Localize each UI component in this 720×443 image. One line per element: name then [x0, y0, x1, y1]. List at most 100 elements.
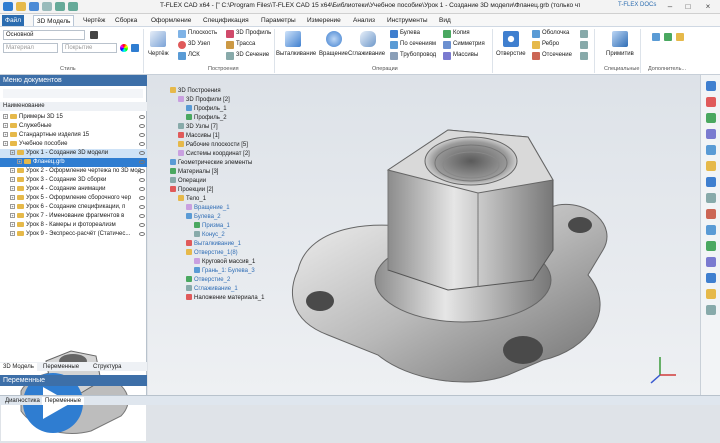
- extra-1-icon[interactable]: [652, 33, 660, 41]
- menu-assembly[interactable]: Сборка: [112, 15, 140, 26]
- model-tree-item[interactable]: Массивы [1]: [178, 132, 220, 141]
- arrays-button[interactable]: Массивы: [453, 52, 478, 58]
- view-tool-1-icon[interactable]: [706, 81, 716, 91]
- expand-icon[interactable]: +: [10, 185, 15, 191]
- expand-icon[interactable]: +: [17, 158, 22, 164]
- model-tree-item[interactable]: Профиль_1: [186, 105, 227, 114]
- cut-button[interactable]: Отсечение: [542, 52, 572, 58]
- eye-icon[interactable]: [139, 169, 145, 173]
- view-tool-8-icon[interactable]: [706, 193, 716, 203]
- menu-design[interactable]: Оформление: [148, 15, 194, 26]
- plane-button[interactable]: Плоскость: [188, 30, 217, 36]
- shell-button[interactable]: Оболочка: [542, 30, 569, 36]
- model-tree-item[interactable]: Профиль_2: [186, 114, 227, 123]
- menu-analysis[interactable]: Анализ: [350, 15, 378, 26]
- expand-icon[interactable]: +: [10, 212, 15, 218]
- model-tree-item[interactable]: Отверстие_1(8): [186, 249, 238, 258]
- expand-icon[interactable]: +: [3, 113, 8, 119]
- expand-icon[interactable]: +: [10, 149, 15, 155]
- model-tree-item[interactable]: Геометрические элементы: [170, 159, 252, 168]
- sketch-button[interactable]: Чертёж: [148, 51, 169, 57]
- eye-icon[interactable]: [139, 151, 145, 155]
- view-tool-3-icon[interactable]: [706, 113, 716, 123]
- document-item[interactable]: + Стандартные изделия 15: [0, 131, 147, 140]
- eye-icon[interactable]: [139, 205, 145, 209]
- model-tree-item[interactable]: Грань_1: Булева_3: [194, 267, 255, 276]
- menu-measure[interactable]: Измерение: [304, 15, 344, 26]
- model-tree-item[interactable]: Операции: [170, 177, 206, 186]
- eye-icon[interactable]: [139, 187, 145, 191]
- hole-extra-2-icon[interactable]: [580, 41, 588, 49]
- eye-icon[interactable]: [139, 124, 145, 128]
- view-tool-11-icon[interactable]: [706, 241, 716, 251]
- symmetry-button[interactable]: Симметрия: [453, 41, 485, 47]
- document-item[interactable]: + Урок 8 - Камеры и фотореализм: [0, 221, 147, 230]
- model-tree-item[interactable]: Материалы [3]: [170, 168, 218, 177]
- tab-3d-model[interactable]: 3D Модель: [0, 363, 37, 371]
- profile3d-button[interactable]: 3D Профиль: [236, 30, 271, 36]
- material-combo[interactable]: Материал: [3, 43, 58, 53]
- extrude-button[interactable]: Выталкивание: [276, 51, 316, 57]
- document-item[interactable]: + Урок 3 - Создание 3D сборки: [0, 176, 147, 185]
- tab-variables[interactable]: Переменные: [40, 363, 82, 371]
- document-item[interactable]: + Служебные: [0, 122, 147, 131]
- view-tool-13-icon[interactable]: [706, 273, 716, 283]
- model-tree-item[interactable]: Булева_2: [186, 213, 221, 222]
- document-item[interactable]: + Фланец.grb: [0, 158, 147, 167]
- tab-diagnostics[interactable]: Диагностика: [2, 397, 43, 405]
- extra-3-icon[interactable]: [676, 33, 684, 41]
- model-tree-item[interactable]: Отверстие_2: [186, 276, 230, 285]
- document-item[interactable]: + Урок 6 - Создание спецификации, п: [0, 203, 147, 212]
- path-button[interactable]: Трасса: [236, 41, 255, 47]
- sketch-icon[interactable]: [150, 31, 166, 47]
- view-tool-9-icon[interactable]: [706, 209, 716, 219]
- pipe-button[interactable]: Трубопровод: [400, 52, 436, 58]
- node3d-button[interactable]: 3D Узел: [188, 41, 210, 47]
- model-tree-item[interactable]: Системы координат [2]: [178, 150, 250, 159]
- boolean-button[interactable]: Булева: [400, 30, 420, 36]
- model-tree-item[interactable]: Выталкивание_1: [186, 240, 241, 249]
- layer-combo[interactable]: Основной: [3, 30, 85, 40]
- close-button[interactable]: ×: [702, 1, 714, 12]
- rotate-button[interactable]: Вращение: [319, 51, 348, 57]
- edge-button[interactable]: Ребро: [542, 41, 559, 47]
- expand-icon[interactable]: +: [3, 131, 8, 137]
- model-tree-item[interactable]: Проекции [2]: [170, 186, 213, 195]
- section3d-button[interactable]: 3D Сечение: [236, 52, 269, 58]
- expand-icon[interactable]: +: [10, 230, 15, 236]
- redo-icon[interactable]: [68, 2, 78, 11]
- eye-icon[interactable]: [139, 160, 145, 164]
- expand-icon[interactable]: +: [10, 194, 15, 200]
- by-sections-button[interactable]: По сечениям: [400, 41, 436, 47]
- maximize-button[interactable]: □: [682, 1, 694, 12]
- eye-icon[interactable]: [139, 178, 145, 182]
- document-item[interactable]: + Примеры 3D 15: [0, 113, 147, 122]
- document-item[interactable]: + Урок 7 - Именование фрагментов в: [0, 212, 147, 221]
- primitives-button[interactable]: Примитив: [606, 51, 634, 57]
- view-tool-12-icon[interactable]: [706, 257, 716, 267]
- open-icon[interactable]: [16, 2, 26, 11]
- eye-icon[interactable]: [139, 115, 145, 119]
- model-tree-item[interactable]: Наложение материала_1: [186, 294, 264, 303]
- menu-tools[interactable]: Инструменты: [384, 15, 431, 26]
- color-icon[interactable]: [120, 44, 128, 52]
- smooth-button[interactable]: Сглаживание: [348, 51, 385, 57]
- copy-button[interactable]: Копия: [453, 30, 470, 36]
- style-icon[interactable]: [131, 44, 139, 52]
- eye-icon[interactable]: [139, 142, 145, 146]
- model-tree-item[interactable]: Рабочие плоскости [5]: [178, 141, 248, 150]
- surface-combo[interactable]: Покрытие: [62, 43, 117, 53]
- expand-icon[interactable]: +: [10, 221, 15, 227]
- save-icon[interactable]: [29, 2, 39, 11]
- view-tool-5-icon[interactable]: [706, 145, 716, 155]
- hole-extra-3-icon[interactable]: [580, 52, 588, 60]
- document-item[interactable]: + Урок 4 - Создание анимации: [0, 185, 147, 194]
- document-item[interactable]: + Урок 9 - Экспресс-расчёт (Статичес...: [0, 230, 147, 239]
- expand-icon[interactable]: +: [10, 167, 15, 173]
- menu-view[interactable]: Вид: [436, 15, 454, 26]
- eye-icon[interactable]: [139, 196, 145, 200]
- view-tool-6-icon[interactable]: [706, 161, 716, 171]
- print-icon[interactable]: [42, 2, 52, 11]
- document-item[interactable]: + Учебное пособие: [0, 140, 147, 149]
- expand-icon[interactable]: +: [10, 176, 15, 182]
